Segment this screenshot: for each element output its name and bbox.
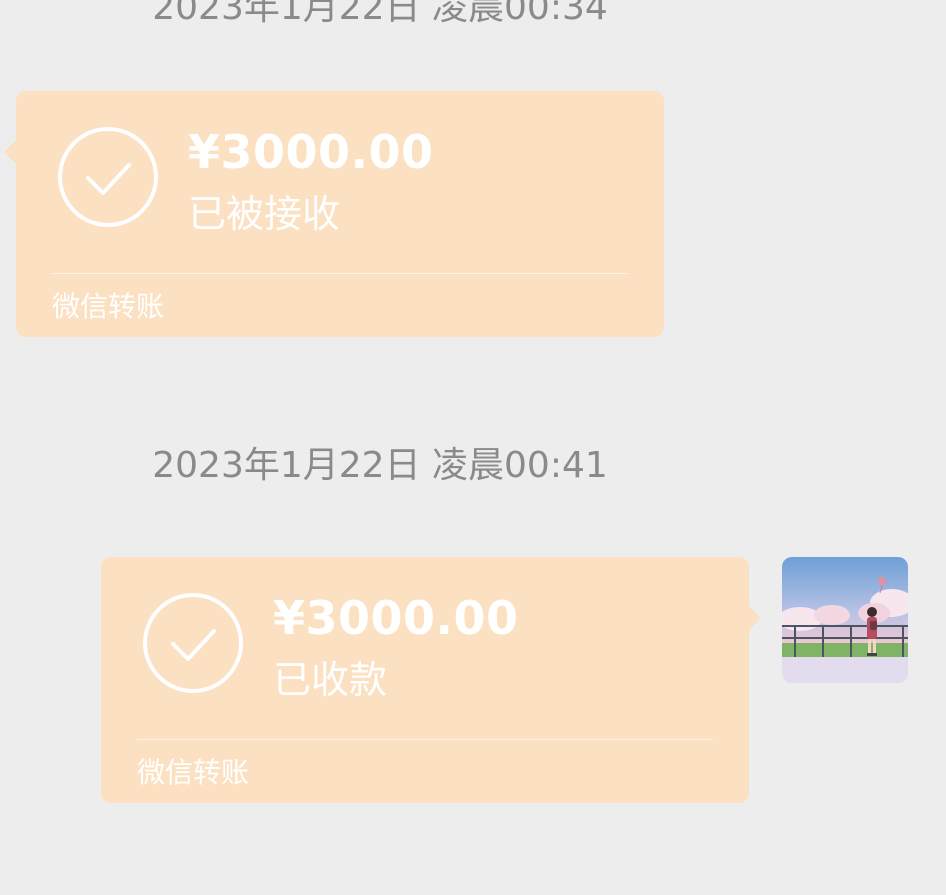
avatar[interactable] — [782, 557, 908, 683]
transfer-status: 已收款 — [273, 658, 388, 702]
bubble-tail — [4, 139, 30, 165]
transfer-amount: ¥3000.00 — [273, 591, 519, 645]
timestamp-middle: 2023年1月22日 凌晨00:41 — [152, 445, 608, 486]
timestamp-top: 2023年1月22日 凌晨00:34 — [152, 0, 608, 28]
card-footer-label: 微信转账 — [52, 290, 165, 323]
card-divider — [137, 739, 713, 740]
transfer-card-sent[interactable]: ¥3000.00 已收款 微信转账 — [101, 557, 761, 803]
check-circle-icon — [143, 593, 243, 693]
bubble-tail — [735, 605, 761, 631]
card-footer-label: 微信转账 — [137, 756, 250, 789]
check-circle-icon — [58, 127, 158, 227]
transfer-card-received[interactable]: ¥3000.00 已被接收 微信转账 — [4, 91, 664, 337]
card-divider — [52, 273, 628, 274]
transfer-status: 已被接收 — [188, 192, 341, 236]
transfer-amount: ¥3000.00 — [188, 125, 434, 179]
